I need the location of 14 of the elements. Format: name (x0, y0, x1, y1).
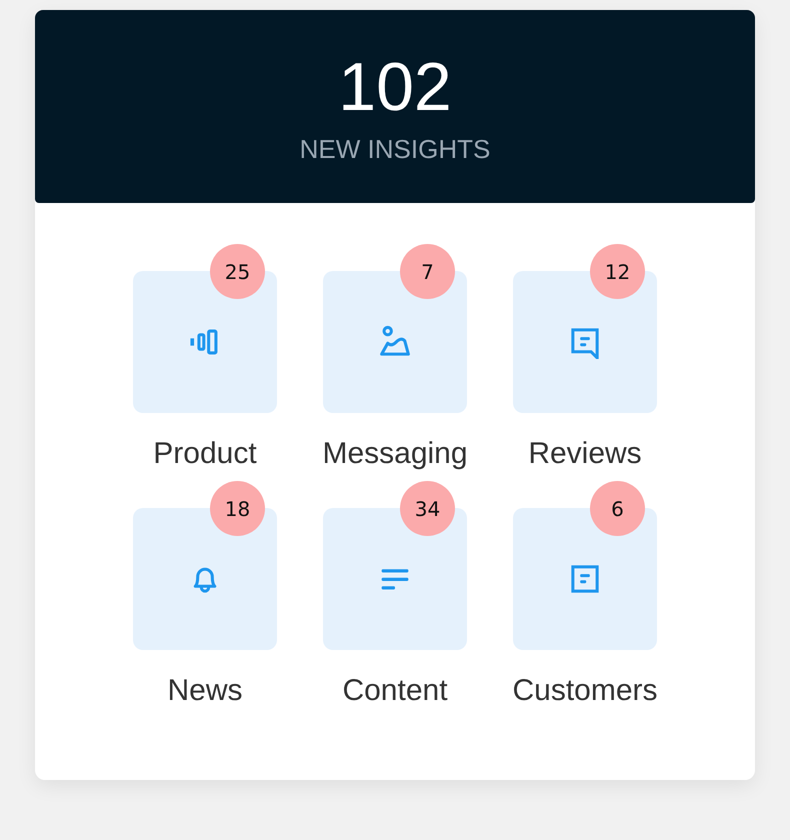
category-label: Reviews (528, 437, 642, 471)
category-label: News (167, 674, 242, 708)
category-label: Messaging (322, 437, 468, 471)
category-label: Content (342, 674, 448, 708)
insights-count: 102 (338, 48, 452, 126)
count-badge: 12 (590, 244, 645, 299)
category-label: Product (153, 437, 257, 471)
count-badge: 34 (400, 481, 455, 536)
category-label: Customers (512, 674, 658, 708)
count-badge: 7 (400, 244, 455, 299)
count-badge: 6 (590, 481, 645, 536)
insights-label: NEW INSIGHTS (300, 134, 490, 165)
count-badge: 18 (210, 481, 265, 536)
count-badge: 25 (210, 244, 265, 299)
